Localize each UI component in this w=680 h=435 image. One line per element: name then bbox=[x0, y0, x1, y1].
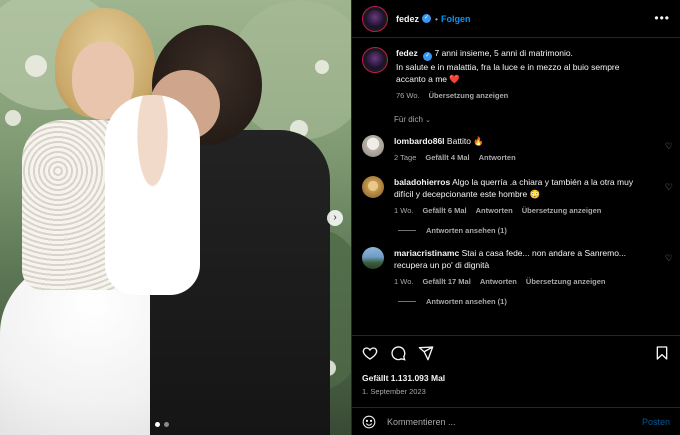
comment-username[interactable]: lombardo86l bbox=[394, 136, 445, 146]
baby bbox=[105, 95, 200, 295]
post-header: fedez ✓ • Folgen ••• bbox=[352, 0, 680, 38]
comment-bar: Posten bbox=[352, 407, 680, 435]
post-photo: › bbox=[0, 0, 351, 435]
view-replies-label: Antworten ansehen (1) bbox=[426, 297, 507, 306]
comment-emoji: 😳 bbox=[529, 189, 541, 199]
verified-badge-icon: ✓ bbox=[423, 52, 433, 61]
like-comment-icon[interactable]: ♡ bbox=[665, 141, 673, 152]
post-actions: Gefällt 1.131.093 Mal 1. September 2023 … bbox=[352, 335, 680, 435]
comment: mariacristinamc Stai a casa fede... non … bbox=[352, 247, 680, 288]
comment-likes[interactable]: Gefällt 6 Mal bbox=[422, 205, 466, 217]
view-replies-button[interactable]: Antworten ansehen (1) bbox=[352, 297, 680, 306]
verified-badge-icon: ✓ bbox=[422, 14, 432, 23]
comment-time[interactable]: 2 Tage bbox=[394, 152, 416, 164]
caption-text-line1: 7 anni insieme, 5 anni di matrimonio. bbox=[434, 48, 573, 58]
reply-button[interactable]: Antworten bbox=[479, 152, 516, 164]
avatar[interactable] bbox=[362, 247, 384, 269]
divider bbox=[398, 230, 416, 231]
likes-count[interactable]: Gefällt 1.131.093 Mal bbox=[352, 361, 680, 383]
heart-emoji: ❤️ bbox=[449, 74, 460, 84]
comment: baladohierros Algo la querría .a chiara … bbox=[352, 176, 680, 217]
for-you-sort[interactable]: Für dich ⌄ bbox=[352, 115, 680, 124]
comment-username[interactable]: baladohierros bbox=[394, 177, 450, 187]
carousel-indicator bbox=[155, 422, 169, 427]
comment-icon[interactable] bbox=[390, 345, 406, 361]
caption-text-line2: In salute e in malattia, fra la luce e i… bbox=[396, 62, 620, 72]
comment-username[interactable]: mariacristinamc bbox=[394, 248, 459, 258]
translate-link[interactable]: Übersetzung anzeigen bbox=[526, 276, 606, 288]
comment-emoji: 🔥 bbox=[473, 136, 484, 146]
more-options-icon[interactable]: ••• bbox=[654, 11, 670, 25]
caption-text-line3: accanto a me bbox=[396, 74, 448, 84]
avatar[interactable] bbox=[362, 176, 384, 198]
view-replies-button[interactable]: Antworten ansehen (1) bbox=[352, 226, 680, 235]
caption-username[interactable]: fedez bbox=[396, 48, 418, 58]
comment-input[interactable] bbox=[387, 416, 642, 427]
bookmark-icon[interactable] bbox=[654, 345, 670, 361]
comment-time[interactable]: 1 Wo. bbox=[394, 276, 413, 288]
comment-time[interactable]: 1 Wo. bbox=[394, 205, 413, 217]
username[interactable]: fedez bbox=[396, 14, 419, 24]
chevron-down-icon: ⌄ bbox=[425, 117, 432, 124]
comments-scroll-area[interactable]: fedez ✓ 7 anni insieme, 5 anni di matrim… bbox=[352, 38, 680, 335]
reply-button[interactable]: Antworten bbox=[480, 276, 517, 288]
translate-link[interactable]: Übersetzung anzeigen bbox=[522, 205, 602, 217]
post-button[interactable]: Posten bbox=[642, 417, 670, 427]
share-icon[interactable] bbox=[418, 345, 434, 361]
next-image-button[interactable]: › bbox=[327, 210, 343, 226]
divider bbox=[398, 301, 416, 302]
like-heart-icon[interactable] bbox=[362, 345, 378, 361]
follow-button[interactable]: Folgen bbox=[441, 14, 471, 24]
comment-likes[interactable]: Gefällt 17 Mal bbox=[422, 276, 470, 288]
avatar[interactable] bbox=[362, 135, 384, 157]
translate-link[interactable]: Übersetzung anzeigen bbox=[429, 90, 509, 102]
caption-time[interactable]: 76 Wo. bbox=[396, 90, 420, 102]
avatar[interactable] bbox=[362, 5, 388, 32]
post-caption: fedez ✓ 7 anni insieme, 5 anni di matrim… bbox=[352, 47, 680, 102]
post-side-panel: fedez ✓ • Folgen ••• fedez ✓ 7 anni insi… bbox=[351, 0, 680, 435]
like-comment-icon[interactable]: ♡ bbox=[665, 253, 673, 264]
comment: lombardo86l Battito 🔥 2 Tage Gefällt 4 M… bbox=[352, 135, 680, 164]
comment-likes[interactable]: Gefällt 4 Mal bbox=[425, 152, 469, 164]
comment-text: Battito bbox=[446, 136, 472, 146]
emoji-icon[interactable] bbox=[362, 415, 376, 429]
post-date[interactable]: 1. September 2023 bbox=[352, 383, 680, 396]
for-you-label: Für dich bbox=[394, 115, 423, 124]
view-replies-label: Antworten ansehen (1) bbox=[426, 226, 507, 235]
reply-button[interactable]: Antworten bbox=[476, 205, 513, 217]
avatar[interactable] bbox=[362, 47, 388, 73]
like-comment-icon[interactable]: ♡ bbox=[665, 182, 673, 193]
